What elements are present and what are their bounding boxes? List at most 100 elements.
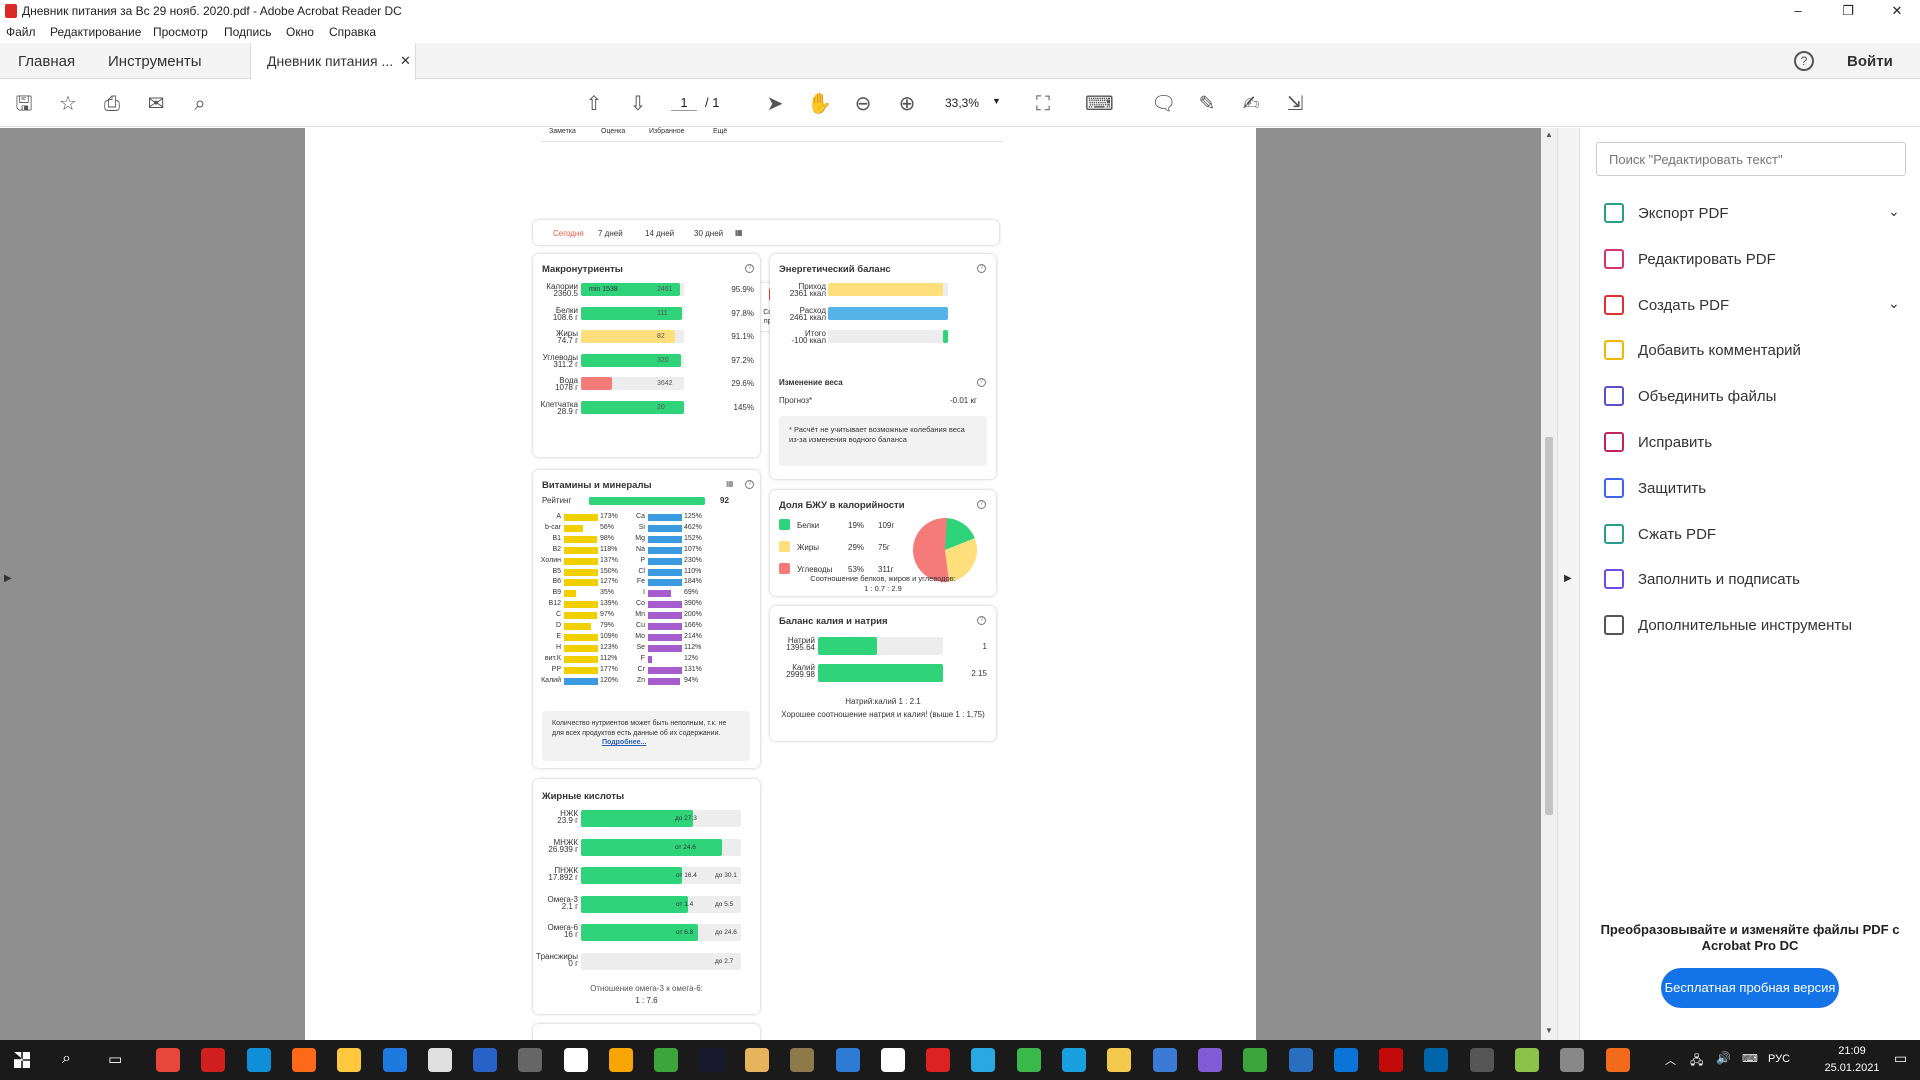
taskbar-app-icon[interactable]	[1152, 1048, 1177, 1072]
taskbar-app-icon[interactable]	[971, 1048, 996, 1072]
taskbar-app-icon[interactable]	[1424, 1048, 1449, 1072]
taskbar-app-icon[interactable]	[427, 1048, 452, 1072]
comment-icon[interactable]: 🗨	[1151, 92, 1176, 116]
volume-icon[interactable]: 🔊	[1716, 1051, 1731, 1065]
tool-item[interactable]: Исправить	[1604, 430, 1904, 456]
email-icon[interactable]: ✉	[144, 92, 168, 116]
taskbar-app-icon[interactable]	[1469, 1048, 1494, 1072]
tool-item[interactable]: Дополнительные инструменты	[1604, 613, 1904, 639]
menu-sign[interactable]: Подпись	[224, 25, 272, 39]
language-indicator[interactable]: РУС	[1768, 1053, 1790, 1065]
clock-date[interactable]: 25.01.2021	[1820, 1062, 1884, 1074]
taskbar-app-icon[interactable]	[337, 1048, 362, 1072]
sign-icon[interactable]: ✍	[1239, 92, 1263, 116]
tab-home[interactable]: Главная	[18, 53, 75, 70]
taskbar-app-icon[interactable]	[1197, 1048, 1222, 1072]
taskbar-app-icon[interactable]	[880, 1048, 905, 1072]
search-icon[interactable]: ⌕	[62, 1050, 71, 1068]
taskbar-app-icon[interactable]	[744, 1048, 769, 1072]
taskbar-app-icon[interactable]	[473, 1048, 498, 1072]
zoom-level[interactable]: 33,3%	[945, 96, 979, 110]
tool-item[interactable]: Объединить файлы	[1604, 384, 1904, 410]
fill-sign-icon[interactable]: ⇲	[1283, 92, 1307, 116]
highlight-pen-icon[interactable]: ✎	[1195, 92, 1219, 116]
tab-tools[interactable]: Инструменты	[108, 53, 202, 70]
taskbar-app-icon[interactable]	[1515, 1048, 1539, 1072]
taskbar-app-icon[interactable]	[1605, 1048, 1630, 1072]
menu-window[interactable]: Окно	[286, 25, 314, 39]
prev-page-icon[interactable]: ⇧	[582, 92, 606, 116]
menu-help[interactable]: Справка	[329, 25, 376, 39]
close-window-button[interactable]: ✕	[1874, 2, 1920, 20]
menu-file[interactable]: Файл	[6, 25, 36, 39]
taskbar-app-icon[interactable]	[156, 1048, 180, 1072]
taskbar-app-icon[interactable]	[563, 1048, 588, 1072]
tool-item[interactable]: Защитить	[1604, 476, 1904, 502]
scroll-mode-icon[interactable]: ⌨	[1085, 92, 1114, 116]
taskbar-app-icon[interactable]	[1560, 1048, 1585, 1072]
taskbar-app-icon[interactable]	[518, 1048, 543, 1072]
right-pane-toggle[interactable]: ▶	[1557, 128, 1579, 1040]
taskbar-app-icon[interactable]	[835, 1048, 860, 1072]
taskbar-app-icon[interactable]	[1379, 1048, 1404, 1072]
taskbar-app-icon[interactable]	[1016, 1048, 1041, 1072]
zoom-in-icon[interactable]: ⊕	[895, 92, 919, 116]
taskbar-app-icon[interactable]	[654, 1048, 679, 1072]
zoom-out-icon[interactable]: ⊖	[851, 92, 875, 116]
fit-page-icon[interactable]: ⛶	[1031, 92, 1055, 116]
next-page-icon[interactable]: ⇩	[626, 92, 650, 116]
expand-left-icon[interactable]: ▶	[4, 573, 12, 584]
keyboard-icon[interactable]: ⌨	[1742, 1052, 1758, 1065]
tool-item[interactable]: Экспорт PDF ⌄	[1604, 201, 1904, 227]
notifications-icon[interactable]: ▭	[1894, 1050, 1907, 1067]
tools-search-input[interactable]	[1596, 142, 1906, 176]
print-icon[interactable]: ⎙	[100, 92, 124, 116]
sign-in-button[interactable]: Войти	[1847, 53, 1893, 70]
free-trial-button[interactable]: Бесплатная пробная версия	[1661, 968, 1839, 1008]
tool-item[interactable]: Редактировать PDF	[1604, 247, 1904, 273]
scroll-down-icon[interactable]: ▼	[1545, 1026, 1553, 1035]
taskbar-app-icon[interactable]	[1288, 1048, 1313, 1072]
select-cursor-icon[interactable]: ➤	[763, 92, 787, 116]
network-icon[interactable]: 🖧	[1690, 1051, 1703, 1072]
help-icon[interactable]: ?	[1794, 51, 1814, 71]
clock-time[interactable]: 21:09	[1820, 1045, 1884, 1057]
scroll-thumb[interactable]	[1545, 437, 1553, 815]
scroll-up-icon[interactable]: ▲	[1545, 130, 1553, 139]
taskbar-app-icon[interactable]	[1333, 1048, 1358, 1072]
hand-tool-icon[interactable]: ✋	[807, 92, 832, 116]
chevron-down-icon[interactable]: ⌄	[1888, 203, 1900, 220]
windows-start-icon[interactable]	[14, 1052, 30, 1068]
page-number-input[interactable]: 1	[671, 95, 697, 111]
taskbar-app-icon[interactable]	[926, 1048, 951, 1072]
minimize-button[interactable]: –	[1775, 2, 1821, 20]
tool-item[interactable]: Сжать PDF	[1604, 522, 1904, 548]
zoom-dropdown-icon[interactable]: ▼	[992, 96, 1001, 106]
chevron-down-icon[interactable]: ⌄	[1888, 295, 1900, 312]
close-tab-icon[interactable]: ✕	[400, 53, 411, 69]
tool-item[interactable]: Заполнить и подписать	[1604, 567, 1904, 593]
vitamin-percent: 177%	[600, 665, 618, 673]
taskbar-app-icon[interactable]	[699, 1048, 724, 1072]
tool-item[interactable]: Добавить комментарий	[1604, 338, 1904, 364]
search-zoom-icon[interactable]: ⌕	[188, 92, 212, 116]
menu-edit[interactable]: Редактирование	[50, 25, 141, 39]
restore-button[interactable]: ❐	[1825, 2, 1871, 20]
taskbar-app-icon[interactable]	[1107, 1048, 1132, 1072]
tool-item[interactable]: Создать PDF ⌄	[1604, 293, 1904, 319]
taskbar-app-icon[interactable]	[246, 1048, 271, 1072]
taskbar-app-icon[interactable]	[1062, 1048, 1086, 1072]
menu-view[interactable]: Просмотр	[153, 25, 208, 39]
tab-document[interactable]: Дневник питания ... ✕	[250, 43, 416, 80]
tray-arrow-icon[interactable]: ︿	[1665, 1052, 1676, 1068]
taskbar-app-icon[interactable]	[201, 1048, 226, 1072]
taskbar-app-icon[interactable]	[609, 1048, 633, 1072]
taskbar-app-icon[interactable]	[1243, 1048, 1268, 1072]
bookmark-star-icon[interactable]: ☆	[56, 92, 80, 116]
taskbar-app-icon[interactable]	[382, 1048, 407, 1072]
taskbar-app-icon[interactable]	[291, 1048, 316, 1072]
task-view-icon[interactable]: ▭	[108, 1050, 122, 1068]
save-icon[interactable]: 🖫	[12, 92, 36, 116]
collapse-right-icon[interactable]: ▶	[1564, 573, 1572, 584]
taskbar-app-icon[interactable]	[790, 1048, 815, 1072]
